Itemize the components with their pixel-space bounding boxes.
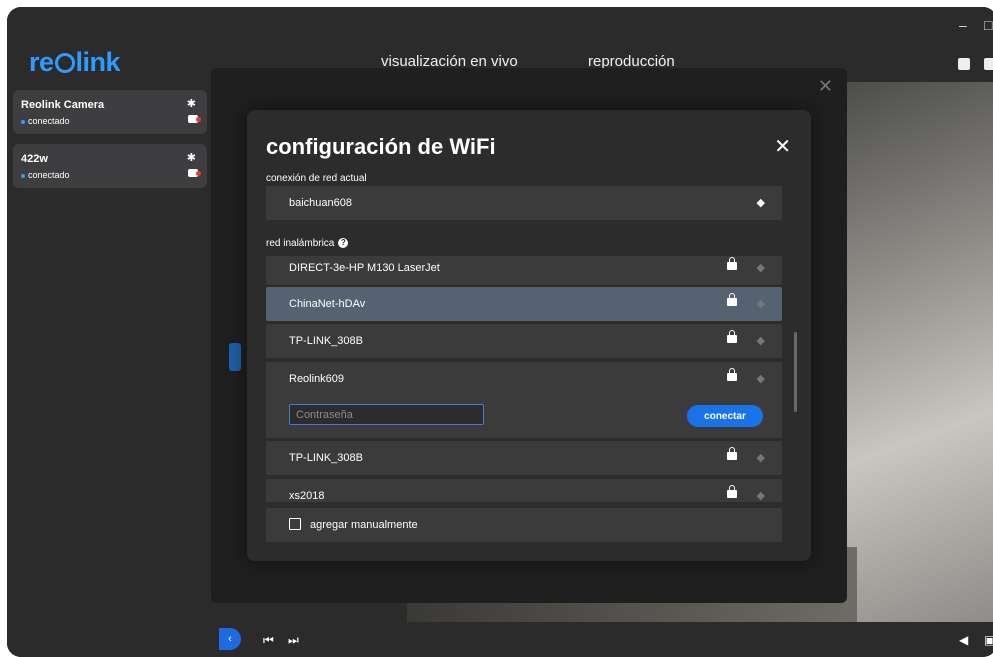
bottom-toolbar: ‹ ⏮ ⏭ ◀ ▣ (7, 622, 993, 657)
previous-icon[interactable]: ⏮ (263, 633, 274, 648)
connect-button[interactable]: conectar (687, 405, 763, 427)
settings-nav-active-marker (229, 343, 241, 371)
network-ssid: TP-LINK_308B (289, 335, 363, 347)
lock-icon (727, 447, 737, 460)
lock-icon (727, 485, 737, 498)
wifi-settings-dialog: configuración de WiFi ✕ conexión de red … (247, 110, 811, 561)
wifi-signal-icon: ◆ (756, 262, 765, 274)
wifi-signal-icon: ◆ (756, 490, 765, 502)
network-row[interactable]: ChinaNet-hDAv ◆ (266, 287, 782, 321)
network-list[interactable]: DIRECT-3e-HP M130 LaserJet ◆ ChinaNet-hD… (247, 256, 811, 502)
wifi-signal-icon: ◆ (756, 452, 765, 464)
network-ssid: baichuan608 (289, 197, 353, 209)
device-name: Reolink Camera (21, 99, 105, 111)
device-sidebar: Reolink Camera conectado ✱ 422w conectad… (7, 87, 217, 657)
gear-icon[interactable]: ✱ (187, 151, 196, 164)
close-icon[interactable]: ✕ (818, 76, 833, 97)
network-ssid: Reolink609 (289, 373, 345, 385)
current-network-label: conexión de red actual (266, 173, 367, 184)
network-ssid: DIRECT-3e-HP M130 LaserJet (289, 262, 440, 274)
lock-icon (727, 368, 737, 381)
network-ssid: ChinaNet-hDAv (289, 298, 366, 310)
current-network-row: baichuan608 ◆ (266, 186, 782, 220)
network-row[interactable]: TP-LINK_308B ◆ (266, 441, 782, 475)
wifi-signal-icon: ◆ (756, 373, 765, 385)
network-row[interactable]: DIRECT-3e-HP M130 LaserJet ◆ (266, 256, 782, 285)
wireless-networks-label-text: red inalámbrica (266, 238, 335, 249)
wifi-signal-icon: ◆ (756, 298, 765, 310)
fullscreen-icon[interactable]: ▣ (984, 633, 993, 647)
lock-top-icon[interactable] (984, 58, 993, 70)
camera-icon (188, 169, 201, 177)
maximize-button[interactable]: □ (984, 17, 992, 33)
add-manually-button[interactable]: agregar manualmente (266, 508, 782, 542)
dialog-title: configuración de WiFi (266, 134, 496, 159)
wifi-signal-icon: ◆ (756, 335, 765, 347)
help-icon[interactable]: ? (338, 238, 349, 249)
network-row[interactable]: TP-LINK_308B ◆ (266, 324, 782, 358)
minimize-button[interactable]: – (959, 17, 967, 33)
wifi-signal-icon: ◆ (756, 197, 765, 209)
edit-icon (289, 518, 301, 530)
layout-icon[interactable] (958, 58, 970, 70)
volume-icon[interactable]: ◀ (959, 633, 968, 647)
device-name: 422w (21, 153, 48, 165)
camera-icon (188, 115, 201, 123)
reolink-logo: re link (29, 47, 121, 77)
lock-icon (727, 330, 737, 343)
next-icon[interactable]: ⏭ (288, 633, 299, 648)
lock-icon (727, 257, 737, 270)
password-input[interactable] (289, 404, 484, 425)
network-list-scrollbar[interactable] (794, 332, 797, 412)
collapse-sidebar-button[interactable]: ‹ (219, 628, 241, 650)
network-row-expanded[interactable]: Reolink609 ◆ conectar (266, 362, 782, 438)
lock-icon (727, 293, 737, 306)
device-card[interactable]: Reolink Camera conectado ✱ (13, 90, 207, 134)
device-status: conectado (21, 170, 70, 180)
device-card[interactable]: 422w conectado ✱ (13, 144, 207, 188)
device-status: conectado (21, 116, 70, 126)
app-window: re link visualización en vivo reproducció… (7, 7, 993, 657)
close-icon[interactable]: ✕ (774, 134, 791, 159)
network-ssid: TP-LINK_308B (289, 452, 363, 464)
add-manually-label: agregar manualmente (310, 519, 418, 531)
network-ssid: xs2018 (289, 490, 325, 502)
network-row[interactable]: xs2018 ◆ (266, 479, 782, 502)
wireless-networks-label: red inalámbrica? (266, 238, 349, 249)
gear-icon[interactable]: ✱ (187, 97, 196, 110)
live-video-feed (822, 82, 993, 622)
